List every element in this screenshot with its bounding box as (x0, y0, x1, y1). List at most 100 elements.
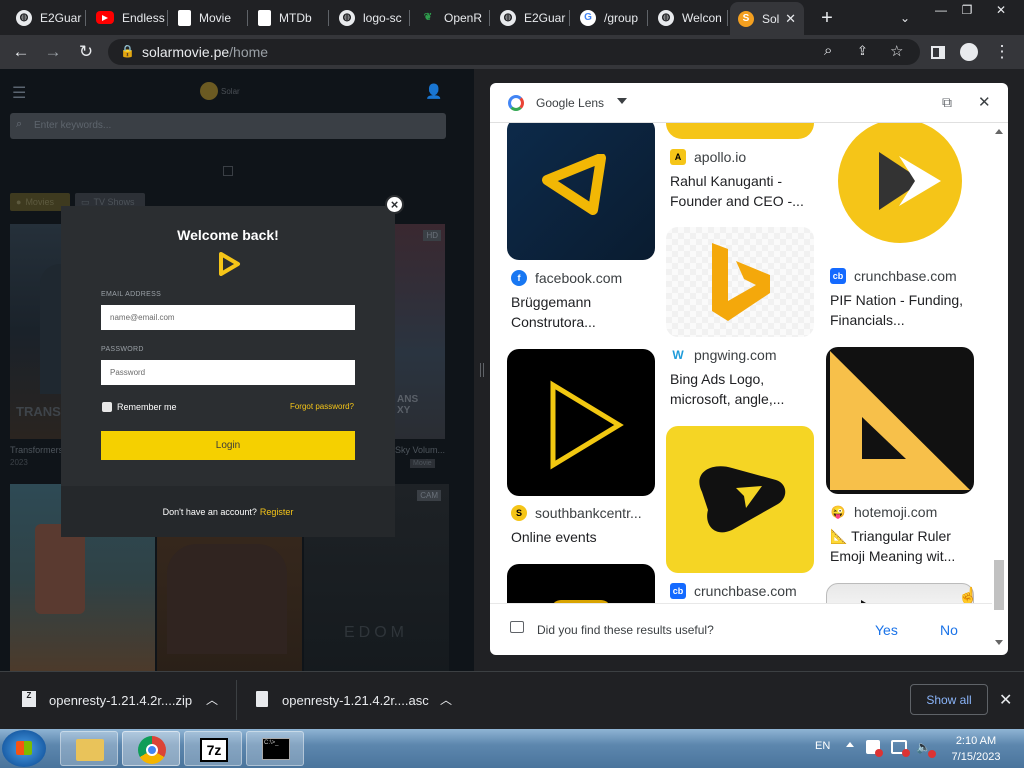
feedback-yes-button[interactable]: Yes (875, 622, 898, 638)
panel-resize-handle[interactable] (474, 69, 490, 671)
show-hidden-icons[interactable] (846, 742, 854, 747)
show-all-button[interactable]: Show all (910, 684, 988, 715)
tab-search-chevron-icon[interactable]: ⌄ (895, 8, 915, 28)
close-downloads-icon[interactable]: ✕ (999, 690, 1012, 710)
tab[interactable]: ◍ E2Guar (8, 4, 86, 31)
result-image-card[interactable] (666, 123, 814, 139)
download-item[interactable]: openresty-1.21.4.2r....asc ︿ (244, 672, 466, 728)
feedback-no-button[interactable]: No (940, 622, 958, 638)
start-button[interactable] (2, 730, 46, 767)
modal-close-button[interactable]: × (385, 195, 404, 214)
tab[interactable]: S Sol ✕ (730, 2, 804, 35)
taskbar-7zip[interactable]: 7z (184, 731, 242, 766)
profile-avatar-icon[interactable] (956, 39, 982, 65)
action-center-icon[interactable] (866, 740, 883, 757)
scroll-thumb[interactable] (994, 560, 1004, 610)
register-link[interactable]: Register (260, 507, 294, 517)
close-tab-icon[interactable]: ✕ (785, 11, 796, 27)
minimize-button[interactable]: — (928, 0, 954, 20)
user-icon[interactable]: 👤 (425, 83, 442, 100)
taskbar-explorer[interactable] (60, 731, 118, 766)
tab[interactable]: Movie (170, 4, 248, 31)
result-source[interactable]: Ssouthbankcentr... (511, 505, 642, 521)
close-window-button[interactable]: ✕ (984, 0, 1018, 20)
new-tab-button[interactable]: + (815, 6, 839, 30)
language-indicator[interactable]: EN (815, 740, 830, 752)
result-image-card[interactable] (507, 349, 655, 496)
result-source[interactable]: Wpngwing.com (670, 347, 777, 363)
lens-scrollbar[interactable] (992, 123, 1006, 653)
tab[interactable]: ❦ OpenR (412, 4, 490, 31)
site-logo[interactable]: Solar (200, 79, 250, 103)
tab[interactable]: Endless (88, 4, 168, 31)
password-field[interactable]: Password (101, 360, 355, 385)
result-source[interactable]: cb crunchbase.com (670, 583, 797, 599)
tab[interactable]: G/group (572, 4, 648, 31)
result-image-card[interactable] (666, 426, 814, 573)
scroll-down-icon[interactable] (995, 640, 1003, 645)
mouse-cursor-icon: ☝ (958, 588, 978, 603)
tab-strip: ◍ E2Guar Endless Movie MTDb ◍ logo-sc ❦ OpenR ◍ E2… (0, 0, 1024, 35)
poster-sky[interactable]: HD ANS XY (395, 224, 445, 439)
crunchbase-icon: cb (830, 268, 846, 284)
divider (236, 680, 237, 720)
result-source[interactable]: Aapollo.io (670, 149, 746, 165)
taskbar-chrome[interactable] (122, 731, 180, 766)
back-button[interactable]: ← (8, 39, 34, 65)
tab[interactable]: ◍ logo-sc (331, 4, 410, 31)
poster-title[interactable]: Transformers (10, 445, 63, 455)
chevron-up-icon[interactable]: ︿ (440, 691, 452, 708)
tab[interactable]: MTDb (250, 4, 329, 31)
clock[interactable]: 2:10 AM 7/15/2023 (938, 733, 1014, 765)
address-bar[interactable]: 🔒 solarmovie.pe/home ⌕ ⇪ ☆ (108, 39, 920, 65)
login-button[interactable]: Login (101, 431, 355, 460)
email-field[interactable]: name@email.com (101, 305, 355, 330)
tab-label: OpenR (444, 10, 483, 25)
open-in-new-tab-icon[interactable]: ⧉ (942, 94, 952, 111)
site-search-input[interactable]: ⌕ Enter keywords... (10, 113, 446, 139)
forgot-password-link[interactable]: Forgot password? (290, 402, 354, 411)
bookmark-star-icon[interactable]: ☆ (890, 42, 903, 60)
lens-title[interactable]: Google Lens (536, 96, 604, 110)
scroll-up-icon[interactable] (995, 129, 1003, 134)
forward-button[interactable]: → (40, 39, 66, 65)
chevron-up-icon[interactable]: ︿ (206, 691, 218, 708)
remember-label[interactable]: Remember me (117, 402, 177, 412)
result-image-card[interactable] (507, 123, 655, 260)
result-image-card[interactable] (826, 347, 974, 494)
tab[interactable]: ◍ Welcon (650, 4, 728, 31)
result-image-card[interactable] (507, 564, 655, 603)
result-title[interactable]: Rahul Kanuganti - Founder and CEO -... (670, 171, 820, 211)
share-icon[interactable]: ⇪ (857, 43, 868, 59)
poster-title[interactable]: Sky Volum... (395, 445, 445, 455)
reload-button[interactable]: ↻ (73, 39, 99, 65)
lens-dropdown-icon[interactable] (617, 98, 627, 104)
close-panel-icon[interactable]: ✕ (978, 93, 991, 111)
drag-grip-icon[interactable] (480, 363, 484, 377)
result-image-card[interactable] (666, 227, 814, 337)
result-image-card[interactable] (826, 583, 974, 603)
arrow-blob-art (699, 466, 786, 533)
result-title[interactable]: 📐 Triangular Ruler Emoji Meaning wit... (830, 526, 980, 566)
menu-kebab-icon[interactable]: ⋮ (989, 39, 1015, 65)
side-panel-icon[interactable] (925, 39, 951, 65)
result-source[interactable]: cb crunchbase.com (830, 268, 957, 284)
remember-checkbox[interactable] (102, 402, 112, 412)
volume-icon[interactable]: 🔈 (916, 740, 936, 758)
taskbar-cmd[interactable]: C:\>_ (246, 731, 304, 766)
result-title[interactable]: PIF Nation - Funding, Financials... (830, 290, 980, 330)
result-source[interactable]: f facebook.com (511, 270, 622, 286)
broken-image-icon (223, 166, 233, 176)
result-title[interactable]: Online events (511, 527, 661, 547)
poster-art (35, 524, 85, 614)
result-title[interactable]: Bing Ads Logo, microsoft, angle,... (670, 369, 820, 409)
result-image-card[interactable] (826, 123, 974, 250)
lens-search-icon[interactable]: ⌕ (824, 42, 832, 59)
result-title[interactable]: Brüggemann Construtora... (511, 292, 661, 332)
tab[interactable]: ◍ E2Guar (492, 4, 570, 31)
download-item[interactable]: Z openresty-1.21.4.2r....zip ︿ (10, 672, 232, 728)
restore-button[interactable]: ❐ (954, 0, 980, 20)
hamburger-menu-icon[interactable]: ☰ (12, 83, 26, 103)
result-source[interactable]: 😜 hotemoji.com (830, 504, 937, 520)
network-icon[interactable] (891, 740, 910, 757)
